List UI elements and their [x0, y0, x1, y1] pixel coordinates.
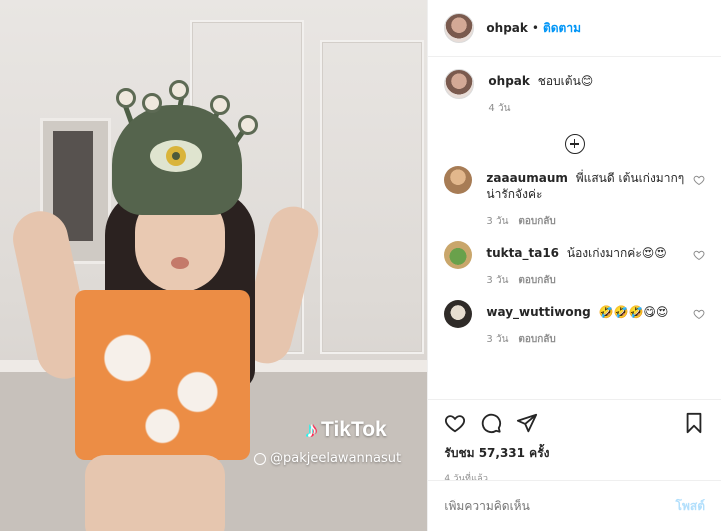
hat-eyeball: [169, 80, 189, 100]
orange-tie-dye-top: [75, 290, 250, 460]
hat-eyeball: [210, 95, 230, 115]
action-icons: [444, 408, 705, 438]
caption-text-line: ohpak ชอบเต้น😊: [488, 69, 705, 89]
hat-eyeball: [116, 88, 136, 108]
caption: ohpak ชอบเต้น😊 4 วัน: [444, 69, 705, 116]
comment-meta: 3 วัน ตอบกลับ: [486, 332, 685, 347]
comment-body: way_wuttiwong 🤣🤣🤣😋😍 3 วัน ตอบกลับ: [486, 300, 685, 347]
avatar[interactable]: [444, 166, 473, 194]
tiktok-note-icon: ♪: [306, 417, 317, 442]
bookmark-icon[interactable]: [683, 412, 705, 434]
belly: [85, 455, 225, 531]
tiktok-username: @pakjeelawannasut: [254, 451, 401, 466]
lips: [171, 257, 189, 269]
comment-age[interactable]: 3 วัน: [486, 273, 508, 288]
comment-input[interactable]: [444, 499, 676, 513]
follow-button[interactable]: ติดตาม: [543, 19, 581, 38]
heart-icon[interactable]: [693, 174, 705, 186]
comment-text-line: tukta_ta16 น้องเก่งมากค่ะ😍😍: [486, 241, 685, 261]
comment-age[interactable]: 3 วัน: [486, 214, 508, 229]
hat-pupil: [172, 152, 180, 160]
share-icon[interactable]: [516, 412, 538, 434]
comment-meta: 3 วัน ตอบกลับ: [486, 273, 685, 288]
comment-username[interactable]: way_wuttiwong: [486, 305, 590, 319]
comment-text: 🤣🤣🤣😋😍: [598, 305, 669, 319]
add-comment-bar: โพสต์: [428, 480, 721, 531]
like-heart-icon[interactable]: [444, 412, 466, 434]
user-icon: [254, 452, 266, 465]
comment-item: zaaaumaum พี่แสนดี เต้นเก่งมากๆ น่ารักจั…: [444, 166, 705, 229]
load-more-comments-icon[interactable]: [564, 134, 585, 154]
instagram-post: ♪ TikTok @pakjeelawannasut ohpak • ติดตา…: [0, 0, 721, 531]
comment-age[interactable]: 3 วัน: [486, 332, 508, 347]
tiktok-watermark: ♪ TikTok: [306, 417, 387, 443]
caption-age[interactable]: 4 วัน: [488, 101, 510, 116]
post-header: ohpak • ติดตาม: [428, 0, 721, 57]
caption-username[interactable]: ohpak: [488, 74, 529, 88]
avatar[interactable]: [444, 241, 473, 269]
views-count[interactable]: รับชม 57,331 ครั้ง: [444, 444, 705, 463]
comment-text: น้องเก่งมากค่ะ😍😍: [566, 246, 667, 260]
comment-text-line: way_wuttiwong 🤣🤣🤣😋😍: [486, 300, 685, 320]
comment-username[interactable]: zaaaumaum: [486, 171, 567, 185]
hat-eyeball: [142, 93, 162, 113]
reply-button[interactable]: ตอบกลับ: [518, 332, 555, 347]
comment-item: way_wuttiwong 🤣🤣🤣😋😍 3 วัน ตอบกลับ: [444, 300, 705, 347]
load-more-row: [444, 134, 705, 154]
avatar[interactable]: [444, 69, 475, 99]
post-video[interactable]: ♪ TikTok @pakjeelawannasut: [0, 0, 428, 531]
separator-dot: •: [531, 21, 539, 35]
comments-section: ohpak ชอบเต้น😊 4 วัน zaaaumaum พี่แสนดี …: [428, 57, 721, 399]
header-username[interactable]: ohpak: [486, 21, 527, 35]
avatar[interactable]: [444, 300, 473, 328]
caption-body: ohpak ชอบเต้น😊 4 วัน: [488, 69, 705, 116]
avatar[interactable]: [444, 13, 475, 43]
post-comment-button[interactable]: โพสต์: [676, 497, 705, 516]
wall-panel: [320, 40, 424, 354]
caption-meta: 4 วัน: [488, 101, 705, 116]
heart-icon[interactable]: [693, 249, 705, 261]
post-actions: รับชม 57,331 ครั้ง 4 วันที่แล้ว: [428, 399, 721, 484]
hat-iris: [166, 146, 186, 166]
hat-eyeball: [238, 115, 258, 135]
tiktok-username-text: @pakjeelawannasut: [270, 451, 402, 466]
comment-username[interactable]: tukta_ta16: [486, 246, 559, 260]
comment-item: tukta_ta16 น้องเก่งมากค่ะ😍😍 3 วัน ตอบกลั…: [444, 241, 705, 288]
comment-body: tukta_ta16 น้องเก่งมากค่ะ😍😍 3 วัน ตอบกลั…: [486, 241, 685, 288]
post-side-panel: ohpak • ติดตาม ohpak ชอบเต้น😊 4 วัน zaaa…: [427, 0, 721, 531]
tiktok-logo-text: TikTok: [321, 418, 387, 441]
caption-text: ชอบเต้น😊: [537, 74, 594, 88]
heart-icon[interactable]: [693, 308, 705, 320]
hat-eye: [150, 140, 202, 172]
reply-button[interactable]: ตอบกลับ: [518, 273, 555, 288]
monster-hat: [112, 105, 242, 215]
reply-button[interactable]: ตอบกลับ: [518, 214, 555, 229]
comment-text-line: zaaaumaum พี่แสนดี เต้นเก่งมากๆ น่ารักจั…: [486, 166, 685, 202]
comment-icon[interactable]: [480, 412, 502, 434]
comment-meta: 3 วัน ตอบกลับ: [486, 214, 685, 229]
comment-body: zaaaumaum พี่แสนดี เต้นเก่งมากๆ น่ารักจั…: [486, 166, 685, 229]
